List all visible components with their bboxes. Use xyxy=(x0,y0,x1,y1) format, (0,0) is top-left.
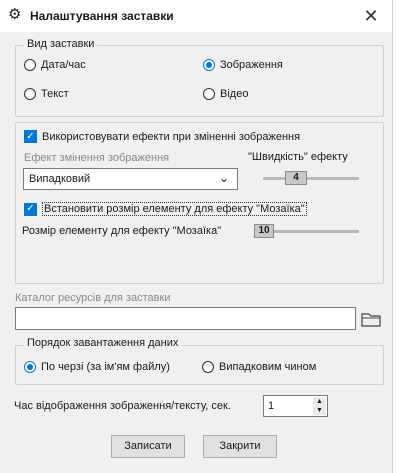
effect-type-select[interactable]: Випадковий ⌄ xyxy=(23,168,238,190)
radio-circle xyxy=(24,361,36,373)
checkmark-icon: ✓ xyxy=(24,202,37,216)
close-button[interactable]: Закрити xyxy=(203,435,277,458)
radio-sequential[interactable]: По черзі (за ім'ям файлу) xyxy=(24,361,170,373)
gear-icon: ⚙ xyxy=(8,6,22,23)
settings-dialog: ⚙ Налаштування заставки ✕ Вид заставки Д… xyxy=(0,0,393,473)
mosaic-size-checkbox[interactable]: ✓ Встановити розмір елементу для ефекту … xyxy=(24,202,307,216)
load-order-legend: Порядок завантаження даних xyxy=(24,337,182,349)
radio-datetime[interactable]: Дата/час xyxy=(24,59,86,71)
radio-circle xyxy=(24,59,36,71)
effect-type-label: Ефект змінення зображення xyxy=(24,152,170,164)
stepper-arrows: ▲ ▼ xyxy=(313,397,326,415)
speed-label: "Швидкість" ефекту xyxy=(248,151,348,163)
radio-text[interactable]: Текст xyxy=(24,88,69,100)
checkmark-icon: ✓ xyxy=(24,130,37,143)
view-type-group xyxy=(15,45,384,117)
mosaic-size-label: Розмір елементу для ефекту "Мозаїка" xyxy=(22,225,222,237)
radio-sequential-label: По черзі (за ім'ям файлу) xyxy=(41,361,170,373)
window-title: Налаштування заставки xyxy=(30,9,174,23)
radio-random-label: Випадковим чином xyxy=(219,361,317,373)
radio-circle xyxy=(202,361,214,373)
display-time-value: 1 xyxy=(268,400,275,412)
display-time-stepper[interactable]: 1 ▲ ▼ xyxy=(263,395,328,417)
radio-circle xyxy=(24,88,36,100)
use-effects-label: Використовувати ефекти при зміненні зобр… xyxy=(42,130,301,143)
mosaic-size-checkbox-label: Встановити розмір елементу для ефекту "М… xyxy=(42,202,307,216)
radio-circle xyxy=(203,88,215,100)
radio-random[interactable]: Випадковим чином xyxy=(202,361,316,373)
radio-image[interactable]: Зображення xyxy=(203,59,283,71)
radio-video[interactable]: Відео xyxy=(203,88,248,100)
effect-type-value: Випадковий xyxy=(29,173,91,185)
radio-text-label: Текст xyxy=(41,88,69,100)
chevron-down-icon[interactable]: ▼ xyxy=(313,406,326,415)
save-button[interactable]: Записати xyxy=(111,435,185,458)
chevron-up-icon[interactable]: ▲ xyxy=(313,397,326,406)
use-effects-checkbox[interactable]: ✓ Використовувати ефекти при зміненні зо… xyxy=(24,130,300,143)
catalog-path-input[interactable] xyxy=(15,307,356,330)
chevron-down-icon: ⌄ xyxy=(218,171,229,185)
speed-slider-track[interactable] xyxy=(263,177,359,180)
mosaic-slider-thumb[interactable]: 10 xyxy=(254,224,274,238)
display-time-label: Час відображення зображення/тексту, сек. xyxy=(14,400,231,412)
title-bar: ⚙ Налаштування заставки ✕ xyxy=(0,0,392,32)
radio-datetime-label: Дата/час xyxy=(41,59,86,71)
radio-circle xyxy=(203,59,215,71)
folder-icon[interactable] xyxy=(361,312,383,328)
catalog-label: Каталог ресурсів для заставки xyxy=(15,292,171,304)
radio-image-label: Зображення xyxy=(220,59,283,71)
speed-slider-thumb[interactable]: 4 xyxy=(285,171,307,185)
radio-video-label: Відео xyxy=(220,88,249,100)
view-type-legend: Вид заставки xyxy=(24,38,98,50)
close-icon[interactable]: ✕ xyxy=(360,5,382,27)
